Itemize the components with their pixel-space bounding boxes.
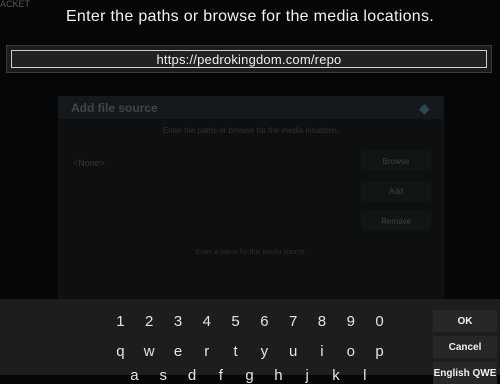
- key-g[interactable]: g: [235, 367, 264, 384]
- key-w[interactable]: w: [135, 343, 164, 360]
- letter-row-1: q w e r t y u i o p: [106, 343, 394, 360]
- key-j[interactable]: j: [293, 367, 322, 384]
- key-o[interactable]: o: [336, 343, 365, 360]
- key-a[interactable]: a: [120, 367, 149, 384]
- kodi-logo-icon: ◆: [419, 100, 430, 116]
- key-u[interactable]: u: [279, 343, 308, 360]
- key-8[interactable]: 8: [308, 313, 337, 330]
- key-f[interactable]: f: [206, 367, 235, 384]
- dialog-subtitle: Enter the paths or browse for the media …: [162, 126, 340, 135]
- key-i[interactable]: i: [308, 343, 337, 360]
- key-h[interactable]: h: [264, 367, 293, 384]
- key-2[interactable]: 2: [135, 313, 164, 330]
- remove-button[interactable]: Remove: [361, 211, 431, 231]
- browse-button[interactable]: Browse: [361, 151, 431, 171]
- key-1[interactable]: 1: [106, 313, 135, 330]
- key-e[interactable]: e: [164, 343, 193, 360]
- number-row: 1 2 3 4 5 6 7 8 9 0: [106, 313, 394, 330]
- source-name-hint[interactable]: Enter a name for this media source.: [59, 249, 443, 256]
- key-y[interactable]: y: [250, 343, 279, 360]
- url-input[interactable]: https://pedrokingdom.com/repo: [11, 50, 487, 68]
- key-l[interactable]: l: [350, 367, 379, 384]
- background-label-fragment: ACKET: [0, 0, 31, 8]
- dialog-header: Add file source ◆: [59, 97, 443, 119]
- key-d[interactable]: d: [178, 367, 207, 384]
- keyboard-layout-button[interactable]: English QWE: [433, 362, 497, 384]
- add-button[interactable]: Add: [361, 181, 431, 201]
- dialog-title: Add file source: [71, 101, 158, 115]
- key-p[interactable]: p: [365, 343, 394, 360]
- key-3[interactable]: 3: [164, 313, 193, 330]
- source-path-item[interactable]: <None>: [73, 158, 105, 168]
- key-6[interactable]: 6: [250, 313, 279, 330]
- key-5[interactable]: 5: [221, 313, 250, 330]
- key-k[interactable]: k: [322, 367, 351, 384]
- key-t[interactable]: t: [221, 343, 250, 360]
- key-r[interactable]: r: [192, 343, 221, 360]
- keyboard-prompt: Enter the paths or browse for the media …: [65, 8, 435, 25]
- add-file-source-dialog: Add file source ◆ Enter the paths or bro…: [58, 96, 444, 308]
- key-7[interactable]: 7: [279, 313, 308, 330]
- url-input-box[interactable]: https://pedrokingdom.com/repo: [6, 45, 492, 73]
- key-s[interactable]: s: [149, 367, 178, 384]
- key-4[interactable]: 4: [192, 313, 221, 330]
- key-0[interactable]: 0: [365, 313, 394, 330]
- on-screen-keyboard: 1 2 3 4 5 6 7 8 9 0 q w e r t y u i o p …: [0, 299, 500, 384]
- key-9[interactable]: 9: [336, 313, 365, 330]
- cancel-button[interactable]: Cancel: [433, 336, 497, 358]
- key-q[interactable]: q: [106, 343, 135, 360]
- letter-row-2: a s d f g h j k l: [120, 367, 379, 384]
- ok-button[interactable]: OK: [433, 310, 497, 332]
